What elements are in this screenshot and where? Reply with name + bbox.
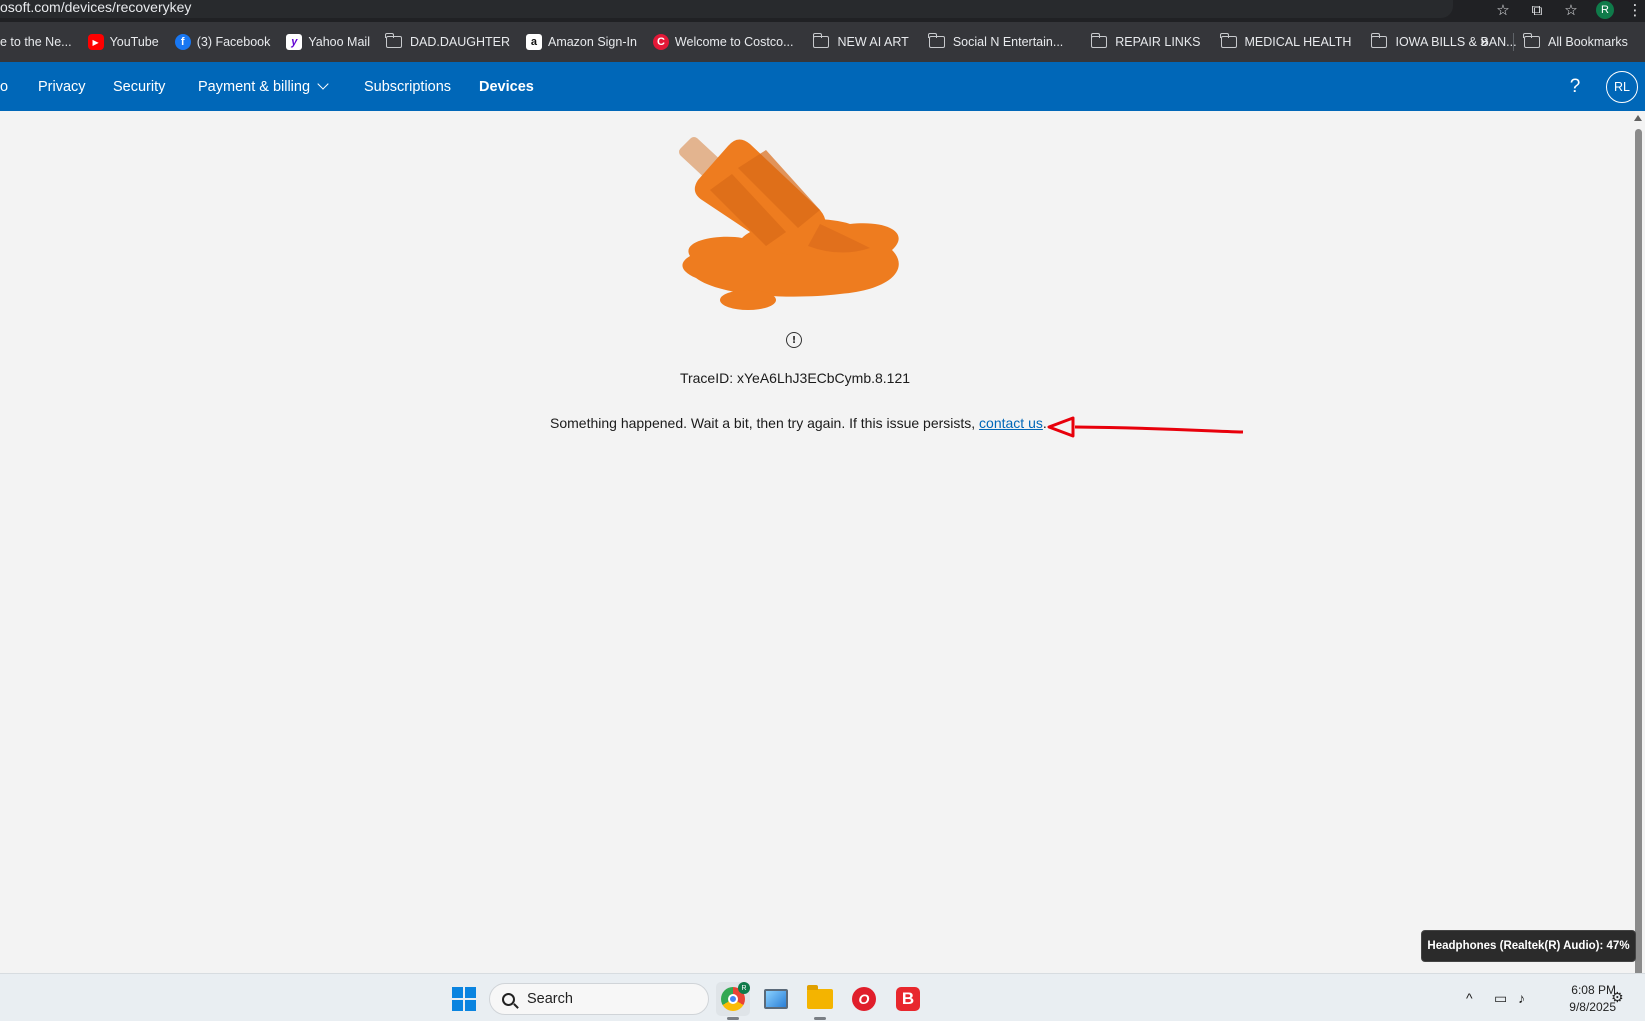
puddle-drop — [720, 290, 776, 310]
bookmark-item[interactable]: e to the Ne... — [0, 28, 80, 56]
brave-icon: B — [896, 987, 920, 1011]
bookmark-label: e to the Ne... — [0, 35, 72, 49]
bookmark-youtube[interactable]: ▶ YouTube — [80, 28, 167, 56]
trace-id: TraceID: xYeA6LhJ3ECbCymb.8.121 — [679, 370, 911, 386]
taskbar-search[interactable]: Search — [489, 983, 709, 1015]
all-bookmarks-button[interactable]: All Bookmarks — [1523, 22, 1628, 62]
bookmark-folder[interactable]: IOWA BILLS & BAN... — [1359, 28, 1524, 56]
yahoo-icon: y — [286, 34, 303, 50]
scroll-up-arrow-icon[interactable] — [1634, 115, 1642, 121]
windows-start-icon[interactable] — [452, 987, 476, 1011]
speaker-icon[interactable]: ♪ — [1518, 974, 1525, 1021]
folder-icon — [1370, 33, 1388, 48]
folder-icon — [928, 33, 945, 48]
scrollbar-thumb[interactable] — [1635, 129, 1642, 989]
account-avatar[interactable]: RL — [1606, 71, 1638, 103]
folder-icon — [1523, 33, 1540, 48]
bookmark-label: (3) Facebook — [196, 35, 271, 49]
profile-avatar[interactable]: R — [1585, 0, 1625, 20]
account-nav-bar: o Privacy Security Payment & billing Sub… — [0, 62, 1645, 111]
notifications-icon[interactable]: ⚙ — [1611, 989, 1624, 1006]
bookmark-label: REPAIR LINKS — [1115, 35, 1201, 49]
bookmarks-bar: e to the Ne... ▶ YouTube f (3) Facebook … — [0, 22, 1645, 62]
taskbar-chrome[interactable]: R — [716, 982, 750, 1020]
monitor-app-icon — [764, 989, 788, 1009]
running-indicator — [814, 1017, 826, 1020]
file-explorer-icon — [807, 985, 833, 1009]
nav-item-security[interactable]: Security — [113, 62, 165, 111]
system-clock[interactable]: 6:08 PM 9/8/2025 — [1552, 982, 1616, 1016]
costco-icon: C — [652, 34, 669, 50]
nav-item-partial[interactable]: o — [0, 62, 8, 111]
taskbar-monitor-app[interactable] — [759, 982, 793, 1016]
youtube-icon: ▶ — [87, 34, 104, 50]
error-message: Something happened. Wait a bit, then try… — [550, 415, 1047, 431]
nav-item-devices[interactable]: Devices — [479, 62, 534, 111]
address-url[interactable]: osoft.com/devices/recoverykey — [0, 0, 191, 15]
bookmark-label: Social N Entertain... — [952, 35, 1064, 49]
help-icon[interactable]: ? — [1565, 62, 1585, 111]
profile-initial: R — [1596, 1, 1614, 19]
contact-us-link[interactable]: contact us — [979, 415, 1043, 431]
bookmark-facebook[interactable]: f (3) Facebook — [167, 28, 279, 56]
nav-item-subscriptions[interactable]: Subscriptions — [364, 62, 451, 111]
bookmark-folder[interactable]: REPAIR LINKS — [1071, 28, 1208, 56]
bookmarks-overflow-button[interactable]: » — [1480, 22, 1489, 62]
facebook-icon: f — [174, 34, 191, 50]
folder-icon — [1090, 33, 1108, 48]
bookmark-label: IOWA BILLS & BAN... — [1395, 35, 1517, 49]
bookmark-costco[interactable]: C Welcome to Costco... — [645, 28, 802, 56]
folder-icon — [812, 33, 830, 48]
nav-item-privacy[interactable]: Privacy — [38, 62, 86, 111]
bookmark-label: Amazon Sign-In — [547, 35, 637, 49]
folder-icon — [385, 33, 402, 48]
taskbar-opera[interactable]: O — [847, 982, 881, 1016]
chrome-profile-badge: R — [738, 982, 750, 994]
folder-icon — [1219, 33, 1237, 48]
bookmark-label: NEW AI ART — [837, 35, 909, 49]
bookmark-folder[interactable]: DAD.DAUGHTER — [378, 28, 518, 56]
bookmark-folder[interactable]: Social N Entertain... — [917, 28, 1071, 56]
bookmarks-icon[interactable]: ☆ — [1557, 0, 1585, 20]
bookmark-yahoo[interactable]: y Yahoo Mail — [278, 28, 378, 56]
running-indicator — [727, 1017, 739, 1020]
bookmark-label: MEDICAL HEALTH — [1244, 35, 1352, 49]
info-icon: ! — [786, 332, 802, 348]
bookmark-folder[interactable]: NEW AI ART — [801, 28, 916, 56]
all-bookmarks-label: All Bookmarks — [1548, 35, 1628, 49]
taskbar-file-explorer[interactable] — [803, 982, 837, 1020]
bookmark-amazon[interactable]: a Amazon Sign-In — [518, 28, 645, 56]
clock-time: 6:08 PM — [1571, 983, 1616, 997]
amazon-icon: a — [525, 34, 542, 50]
chevron-down-icon — [317, 78, 329, 90]
toolbar-icons: ☆ ⧉ ☆ R ⋮ — [1489, 0, 1645, 20]
bookmark-label: YouTube — [109, 35, 159, 49]
nav-item-label: Payment & billing — [198, 78, 311, 95]
clock-date: 9/8/2025 — [1569, 1000, 1616, 1014]
error-message-text: Something happened. Wait a bit, then try… — [550, 415, 980, 431]
bookmark-label: Yahoo Mail — [308, 35, 370, 49]
search-label: Search — [527, 991, 573, 1007]
volume-toast: Headphones (Realtek(R) Audio): 47% — [1421, 930, 1636, 962]
page-scrollbar[interactable] — [1632, 111, 1645, 989]
bookmarks-divider — [1513, 33, 1514, 51]
extensions-icon[interactable]: ⧉ — [1517, 0, 1557, 20]
taskbar: Search R O B ^ ▭ ♪ 6:08 PM 9/8/2025 ⚙ — [0, 973, 1645, 1021]
screen: osoft.com/devices/recoverykey ☆ ⧉ ☆ R ⋮ … — [0, 0, 1645, 1021]
network-icon[interactable]: ▭ — [1494, 974, 1507, 1021]
search-icon — [502, 992, 515, 1006]
melting-popsicle-illustration — [679, 137, 899, 310]
nav-item-payment-billing[interactable]: Payment & billing — [198, 62, 329, 111]
browser-toolbar: osoft.com/devices/recoverykey ☆ ⧉ ☆ R ⋮ — [0, 0, 1645, 22]
bookmark-folder[interactable]: MEDICAL HEALTH — [1209, 28, 1360, 56]
bookmark-label: DAD.DAUGHTER — [409, 35, 510, 49]
address-bar[interactable]: osoft.com/devices/recoverykey — [0, 0, 1453, 18]
star-icon[interactable]: ☆ — [1489, 0, 1517, 20]
opera-icon: O — [852, 987, 876, 1011]
bookmark-label: Welcome to Costco... — [674, 35, 794, 49]
menu-icon[interactable]: ⋮ — [1625, 0, 1645, 20]
show-hidden-icons[interactable]: ^ — [1466, 974, 1473, 1021]
taskbar-brave[interactable]: B — [891, 982, 925, 1016]
annotation-arrow — [1047, 416, 1244, 438]
